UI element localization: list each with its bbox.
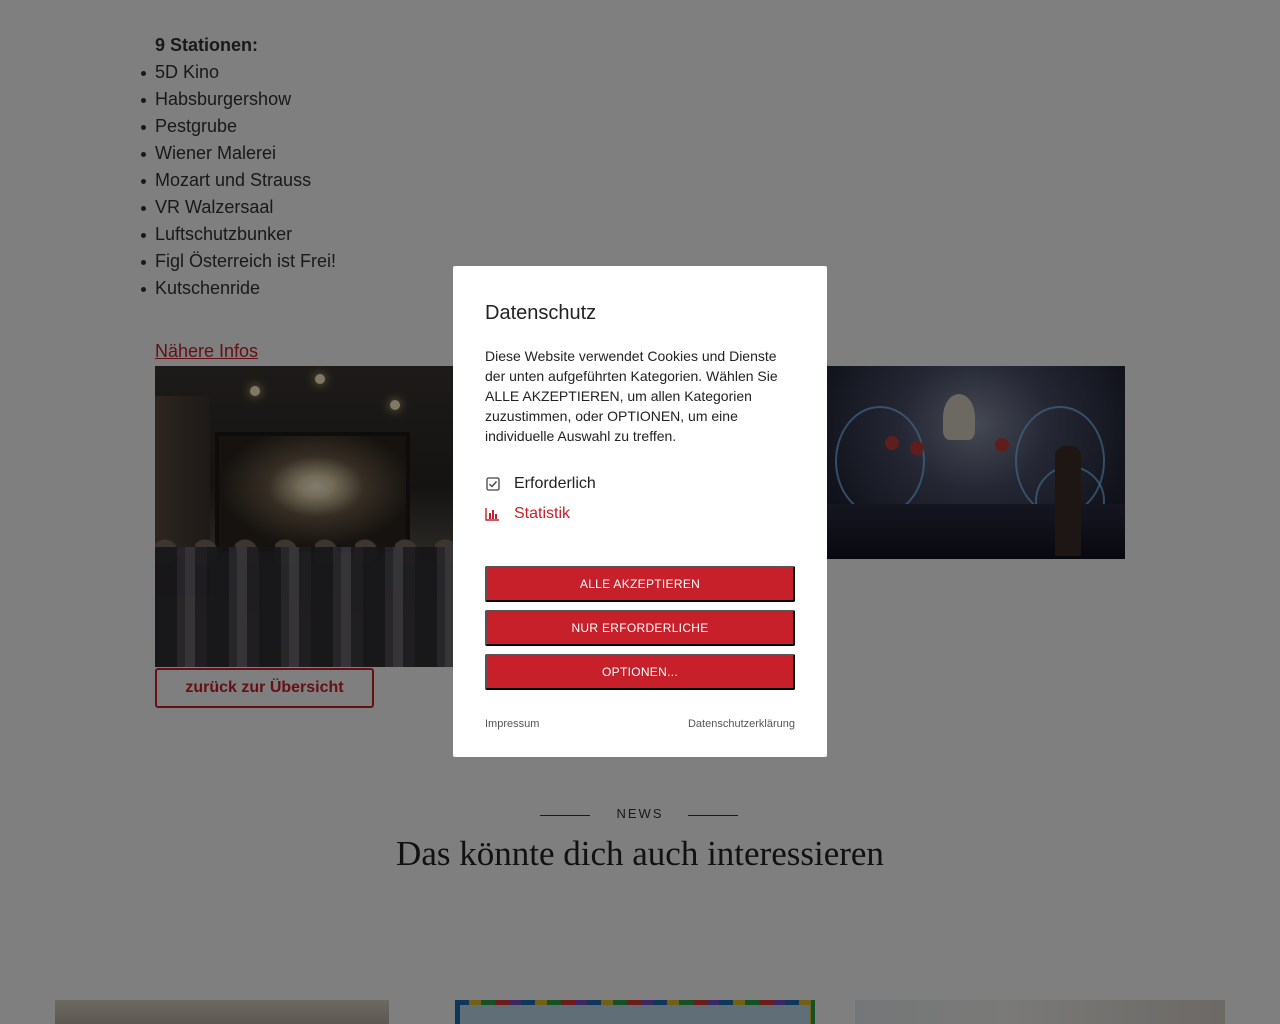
- category-statistics[interactable]: Statistik: [485, 505, 570, 523]
- privacy-policy-link[interactable]: Datenschutzerklärung: [688, 718, 795, 730]
- category-label: Statistik: [514, 505, 571, 522]
- imprint-link[interactable]: Impressum: [485, 718, 539, 730]
- category-required[interactable]: Erforderlich: [485, 475, 596, 493]
- bar-chart-icon: [485, 507, 500, 522]
- accept-all-button[interactable]: ALLE AKZEPTIEREN: [485, 566, 795, 602]
- checkbox-checked-icon: [485, 477, 500, 492]
- modal-footer: Impressum Datenschutzerklärung: [485, 718, 795, 730]
- required-only-button[interactable]: NUR ERFORDERLICHE: [485, 610, 795, 646]
- options-button[interactable]: OPTIONEN...: [485, 654, 795, 690]
- modal-description: Diese Website verwendet Cookies und Dien…: [485, 348, 778, 444]
- privacy-modal: Datenschutz Diese Website verwendet Cook…: [453, 266, 827, 757]
- category-label: Erforderlich: [514, 475, 596, 492]
- modal-title: Datenschutz: [485, 302, 597, 324]
